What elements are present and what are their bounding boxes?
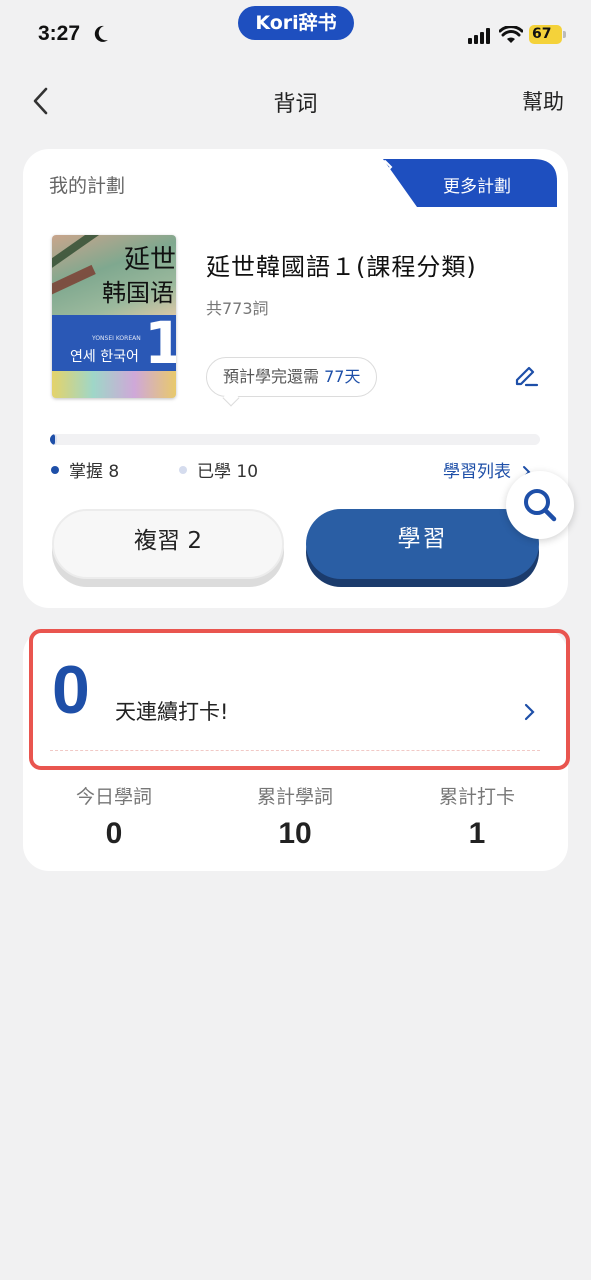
stat-label: 累計打卡 — [438, 786, 515, 808]
study-button[interactable]: 學習 — [306, 509, 539, 579]
stat-total-checkins: 累計打卡 1 — [397, 782, 557, 851]
legend-mastered: 掌握 8 — [51, 457, 119, 482]
stat-value: 1 — [468, 817, 486, 850]
divider — [50, 750, 540, 751]
edit-pencil-icon[interactable] — [513, 362, 539, 388]
estimate-days: 77天 — [324, 367, 361, 386]
help-button[interactable]: 幫助 — [522, 86, 564, 116]
battery-indicator: 67 — [529, 25, 566, 44]
stat-today-words: 今日學詞 0 — [34, 782, 194, 851]
wifi-icon — [499, 26, 523, 43]
study-list-label: 學習列表 — [443, 462, 511, 482]
estimate-bubble: 預計學完還需 77天 — [206, 357, 378, 407]
more-plans-label: 更多計劃 — [443, 177, 511, 197]
progress-bar — [50, 434, 540, 445]
streak-highlight-box — [29, 629, 570, 770]
cover-decoration — [52, 235, 99, 270]
cover-title-line2: 韩国语 — [102, 279, 174, 307]
chevron-right-icon — [384, 160, 393, 174]
status-bar: 3:27 Kori辞书 67 — [0, 0, 591, 70]
search-button[interactable] — [506, 471, 574, 539]
mastered-label: 掌握 8 — [69, 462, 120, 482]
status-time: 3:27 — [38, 22, 81, 45]
cover-number: 1 — [144, 309, 176, 377]
mastered-dot — [51, 466, 59, 474]
learned-dot — [179, 466, 187, 474]
estimate-prefix: 預計學完還需 — [223, 367, 320, 386]
search-icon — [524, 489, 557, 522]
chevron-right-icon[interactable] — [524, 703, 536, 721]
cover-decoration — [52, 264, 96, 296]
streak-label: 天連續打卡! — [115, 700, 229, 724]
battery-level: 67 — [532, 26, 552, 42]
battery-nub — [563, 31, 566, 38]
legend-learned: 已學 10 — [179, 457, 258, 482]
stat-value: 10 — [278, 817, 312, 850]
more-plans-button[interactable]: 更多計劃 — [383, 159, 559, 207]
bubble-tail — [222, 389, 240, 407]
book-cover: 延世 韩国语 1 YONSEI KOREAN 연세 한국어 — [52, 235, 176, 398]
stat-total-words: 累計學詞 10 — [215, 782, 375, 851]
app-pill: Kori辞书 — [238, 6, 354, 40]
book-word-count: 共773詞 — [206, 299, 269, 318]
cover-holo-band — [52, 371, 176, 398]
plan-card: 我的計劃 更多計劃 延世 韩国语 1 YONSEI KOREAN 연세 한국어 … — [23, 149, 568, 608]
learned-label: 已學 10 — [197, 462, 259, 482]
stat-value: 0 — [105, 817, 123, 850]
cover-title-line1: 延世 — [124, 245, 176, 275]
signal-icon — [468, 28, 490, 44]
stat-label: 累計學詞 — [256, 786, 333, 808]
cover-english: YONSEI KOREAN — [92, 335, 141, 342]
streak-days: 0 — [52, 652, 90, 728]
page-title: 背词 — [273, 92, 318, 117]
progress-mastered-fill — [50, 434, 56, 445]
moon-icon — [94, 25, 108, 42]
plan-section-label: 我的計劃 — [49, 175, 126, 197]
stat-label: 今日學詞 — [75, 786, 152, 808]
cover-korean: 연세 한국어 — [70, 349, 139, 365]
book-title: 延世韓國語１(課程分類) — [206, 253, 477, 281]
review-button[interactable]: 複習 2 — [52, 509, 284, 579]
